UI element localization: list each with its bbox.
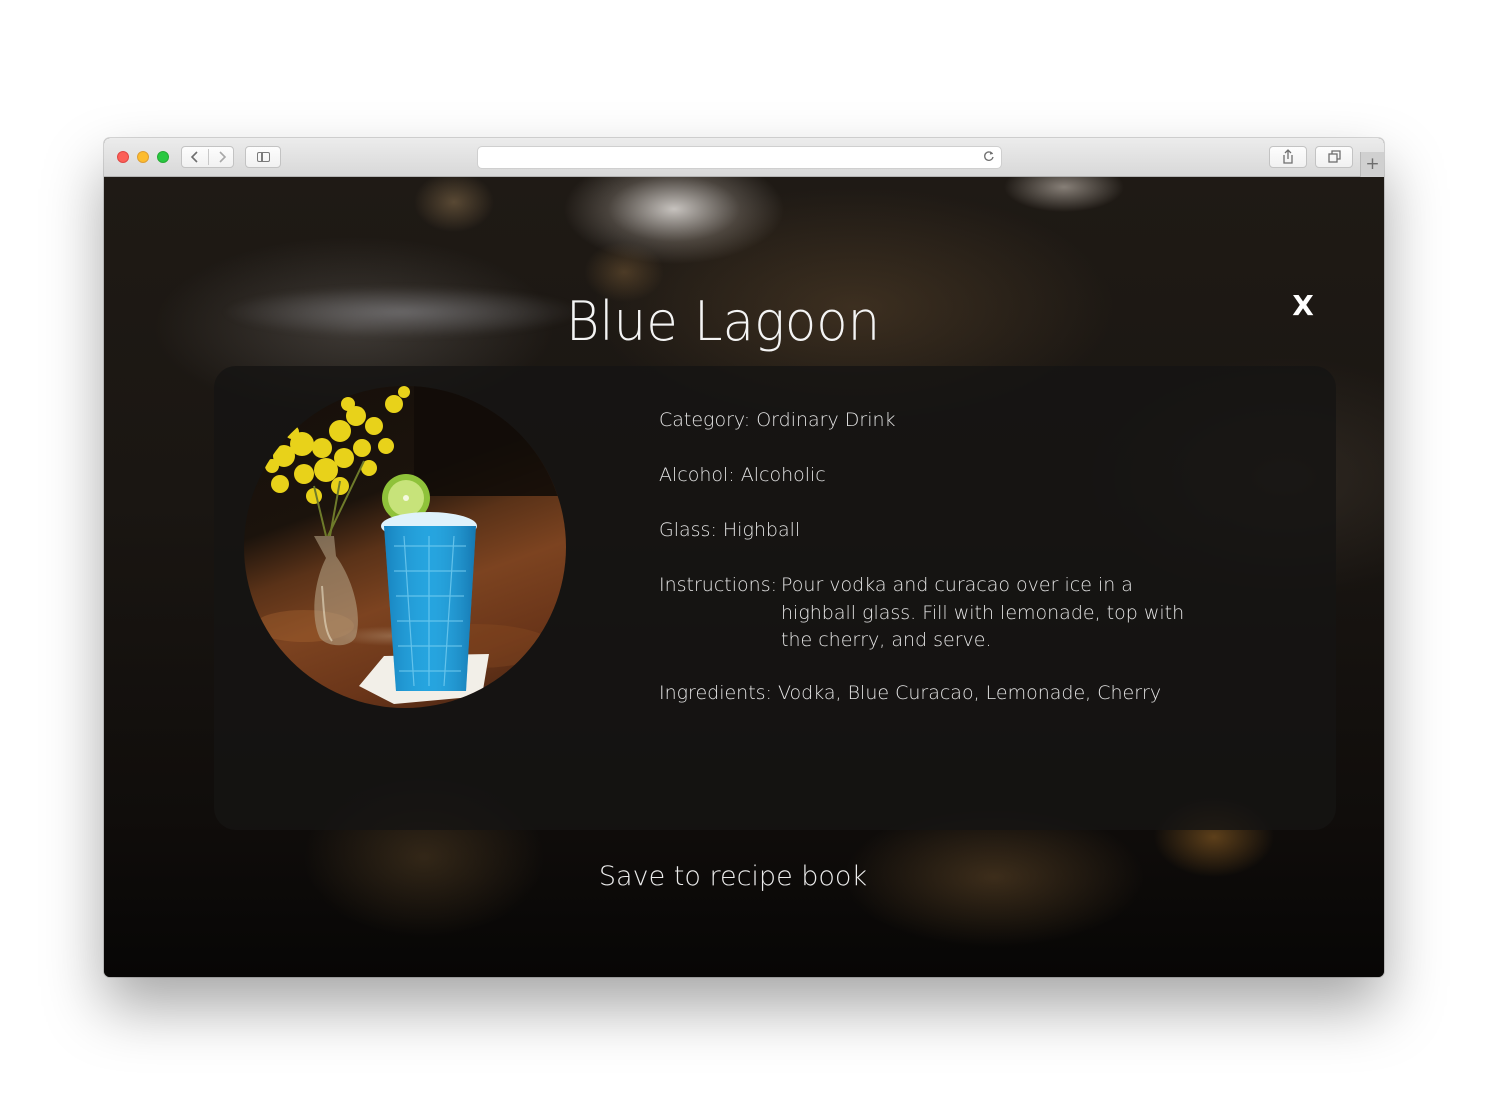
zoom-window-button[interactable] — [157, 151, 169, 163]
page-viewport: Blue Lagoon X Category: Ordinary Drink A… — [104, 177, 1384, 977]
new-tab-button[interactable]: + — [1360, 152, 1384, 177]
navigation-buttons — [181, 146, 234, 168]
instructions-label: Instructions: — [659, 574, 777, 596]
reload-icon[interactable] — [983, 149, 995, 168]
save-to-recipe-book-button[interactable]: Save to recipe book — [104, 859, 1362, 895]
instructions-row: Instructions: Pour vodka and curacao ove… — [659, 572, 1259, 654]
cocktail-illustration — [254, 386, 566, 704]
drink-title: Blue Lagoon — [565, 290, 881, 353]
category-label: Category: — [659, 409, 757, 431]
sidebar-icon — [257, 152, 270, 162]
glass-label: Glass: — [659, 519, 723, 541]
browser-window: + Blue Lagoon X Category: Ordinary Drink… — [104, 138, 1384, 977]
ingredients-row: Ingredients: Vodka, Blue Curacao, Lemona… — [659, 680, 1259, 707]
alcohol-row: Alcohol: Alcoholic — [659, 462, 1259, 489]
alcohol-value: Alcoholic — [740, 464, 826, 486]
ingredients-value: Vodka, Blue Curacao, Lemonade, Cherry — [778, 682, 1162, 704]
address-input[interactable] — [486, 149, 970, 168]
forward-button[interactable] — [209, 147, 235, 167]
show-tabs-button[interactable] — [1315, 146, 1353, 168]
tabs-icon — [1328, 150, 1341, 163]
drink-details: Category: Ordinary Drink Alcohol: Alcoho… — [659, 407, 1259, 735]
close-modal-button[interactable]: X — [1288, 289, 1318, 323]
minimize-window-button[interactable] — [137, 151, 149, 163]
address-bar[interactable] — [477, 146, 1002, 169]
chevron-right-icon — [219, 151, 227, 163]
glass-row: Glass: Highball — [659, 517, 1259, 544]
drink-image — [244, 386, 566, 708]
plus-icon: + — [1365, 154, 1380, 174]
ingredients-label: Ingredients: — [659, 682, 778, 704]
alcohol-label: Alcohol: — [659, 464, 741, 486]
sidebar-icon-divider — [261, 153, 263, 161]
browser-toolbar: + — [104, 138, 1384, 177]
glass-value: Highball — [722, 519, 801, 541]
category-value: Ordinary Drink — [756, 409, 896, 431]
close-window-button[interactable] — [117, 151, 129, 163]
back-button[interactable] — [182, 147, 208, 167]
chevron-left-icon — [190, 151, 198, 163]
drink-details-card: Category: Ordinary Drink Alcohol: Alcoho… — [214, 366, 1336, 830]
share-icon — [1283, 149, 1293, 164]
category-row: Category: Ordinary Drink — [659, 407, 1259, 434]
reload-glyph — [984, 151, 994, 161]
share-button[interactable] — [1269, 146, 1307, 168]
instructions-value: Pour vodka and curacao over ice in a hig… — [781, 574, 1185, 651]
sidebar-toggle-button[interactable] — [245, 146, 281, 168]
